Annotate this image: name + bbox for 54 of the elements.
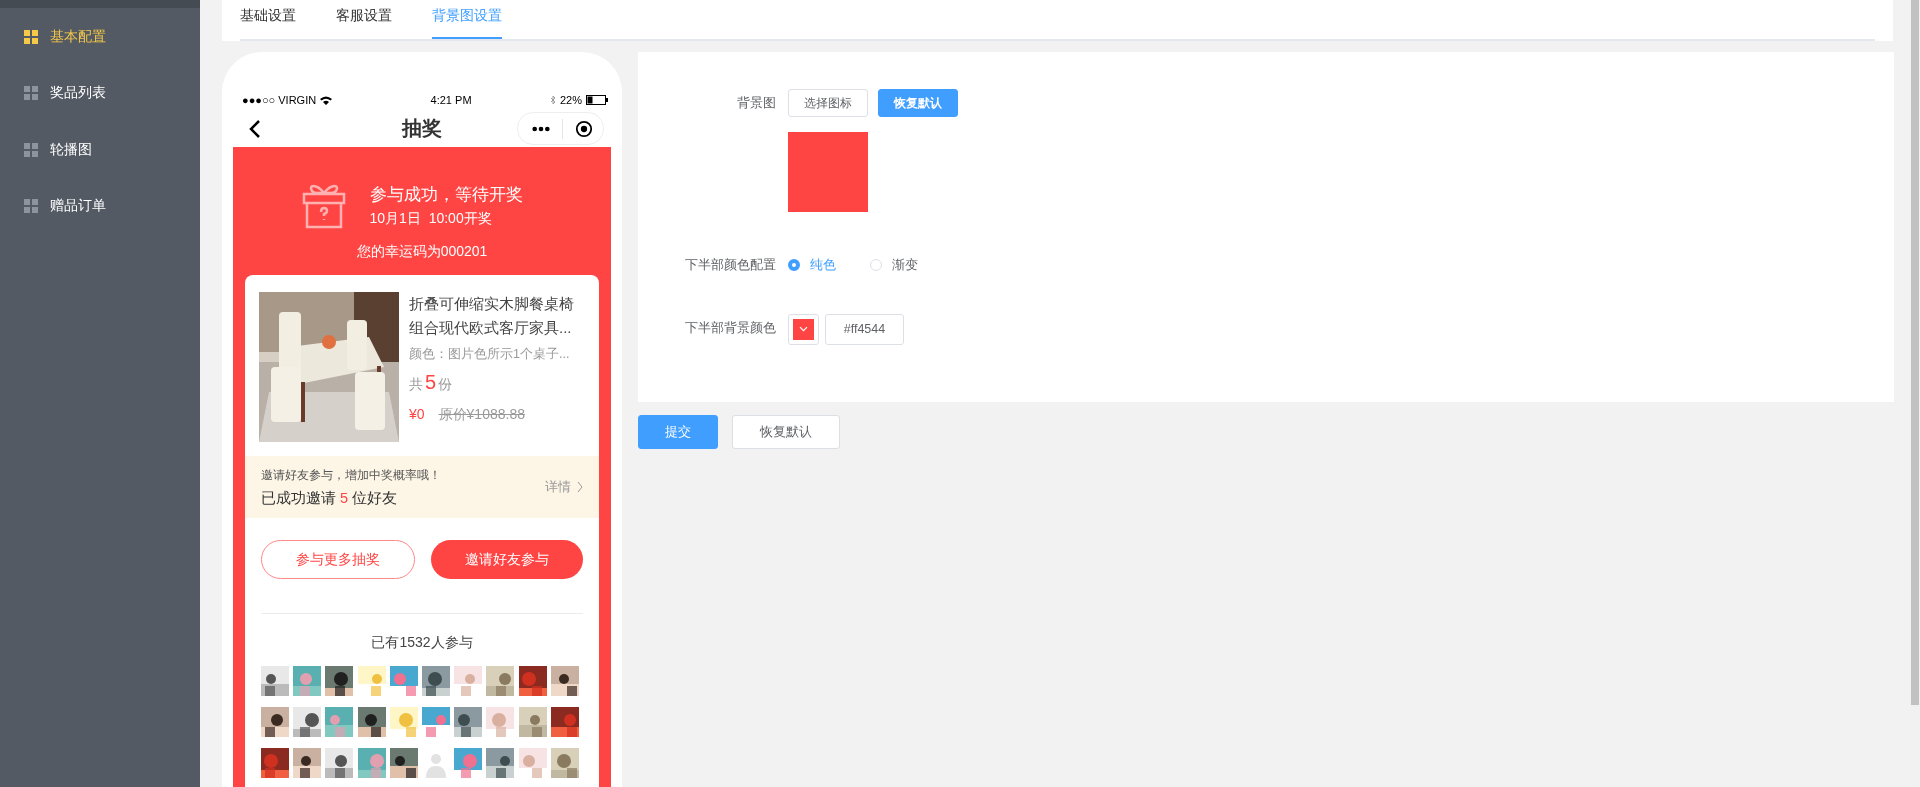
sidebar-label: 奖品列表 <box>50 84 106 102</box>
sidebar-item[interactable]: 奖品列表 <box>0 64 200 122</box>
back-icon[interactable] <box>249 118 261 139</box>
tab[interactable]: 基础设置 <box>240 0 296 39</box>
color-input[interactable]: #ff4544 <box>825 314 904 345</box>
radio-label: 纯色 <box>810 256 836 274</box>
radio-icon[interactable] <box>788 259 800 271</box>
more-icon[interactable] <box>532 125 550 132</box>
count-number: 5 <box>425 371 437 394</box>
action-button[interactable]: 邀请好友参与 <box>431 540 583 579</box>
choose-button[interactable]: 选择图标 <box>788 89 868 117</box>
close-icon[interactable] <box>575 119 593 138</box>
bluetooth-icon <box>549 95 556 105</box>
sidebar-item[interactable]: 轮播图 <box>0 121 200 178</box>
carrier-text: ●●●○○ VIRGIN <box>242 94 317 106</box>
chevron-icon[interactable] <box>577 481 583 493</box>
grid-icon <box>24 142 38 157</box>
color-picker[interactable] <box>788 314 819 345</box>
grid-icon <box>24 29 38 44</box>
count-label: 共 <box>409 376 423 394</box>
draw-time: 10月1日 10:00开奖 <box>369 209 493 228</box>
grid-icon <box>24 199 38 213</box>
invited-label: 已成功邀请 <box>261 489 336 506</box>
wifi-icon <box>320 95 333 105</box>
count-unit: 份 <box>438 376 453 394</box>
sidebar-item[interactable]: 基本配置 <box>0 8 200 65</box>
invited-unit: 位好友 <box>352 489 398 506</box>
invite-hint: 邀请好友参与，增加中奖概率哦！ <box>261 466 442 484</box>
field-label: 下半部背景颜色 <box>684 320 776 337</box>
field-label: 下半部颜色配置 <box>684 257 776 274</box>
sidebar-item[interactable]: 赠品订单 <box>0 177 200 235</box>
submit-button[interactable]: 恢复默认 <box>732 415 840 449</box>
participant-count: 已有1532人参与 <box>370 634 474 652</box>
price: ¥0 <box>409 406 425 424</box>
status-title: 参与成功，等待开奖 <box>369 183 523 206</box>
lucky-code: 您的幸运码为000201 <box>355 243 489 261</box>
page-title: 抽奖 <box>402 116 442 141</box>
battery-text: 22% <box>559 94 582 106</box>
sidebar-label: 赠品订单 <box>50 197 106 215</box>
battery-icon <box>586 95 608 105</box>
invited-count: 5 <box>340 489 349 506</box>
field-label: 背景图 <box>736 95 776 112</box>
action-button[interactable]: 参与更多抽奖 <box>261 540 415 579</box>
color-swatch-icon <box>793 319 814 340</box>
time-text: 4:21 PM <box>429 94 472 106</box>
grid-icon <box>24 86 38 100</box>
sidebar-label: 基本配置 <box>50 27 106 46</box>
radio-label: 渐变 <box>892 256 918 274</box>
product-title: 折叠可伸缩实木脚餐桌椅组合现代欧式客厅家具... <box>409 294 575 338</box>
radio-option[interactable]: 渐变 <box>870 256 918 274</box>
product-spec: 颜色：图片色所示1个桌子... <box>409 346 571 363</box>
original-price: 原价¥1088.88 <box>438 406 525 424</box>
sidebar-label: 轮播图 <box>50 140 92 159</box>
tab[interactable]: 客服设置 <box>336 0 392 39</box>
